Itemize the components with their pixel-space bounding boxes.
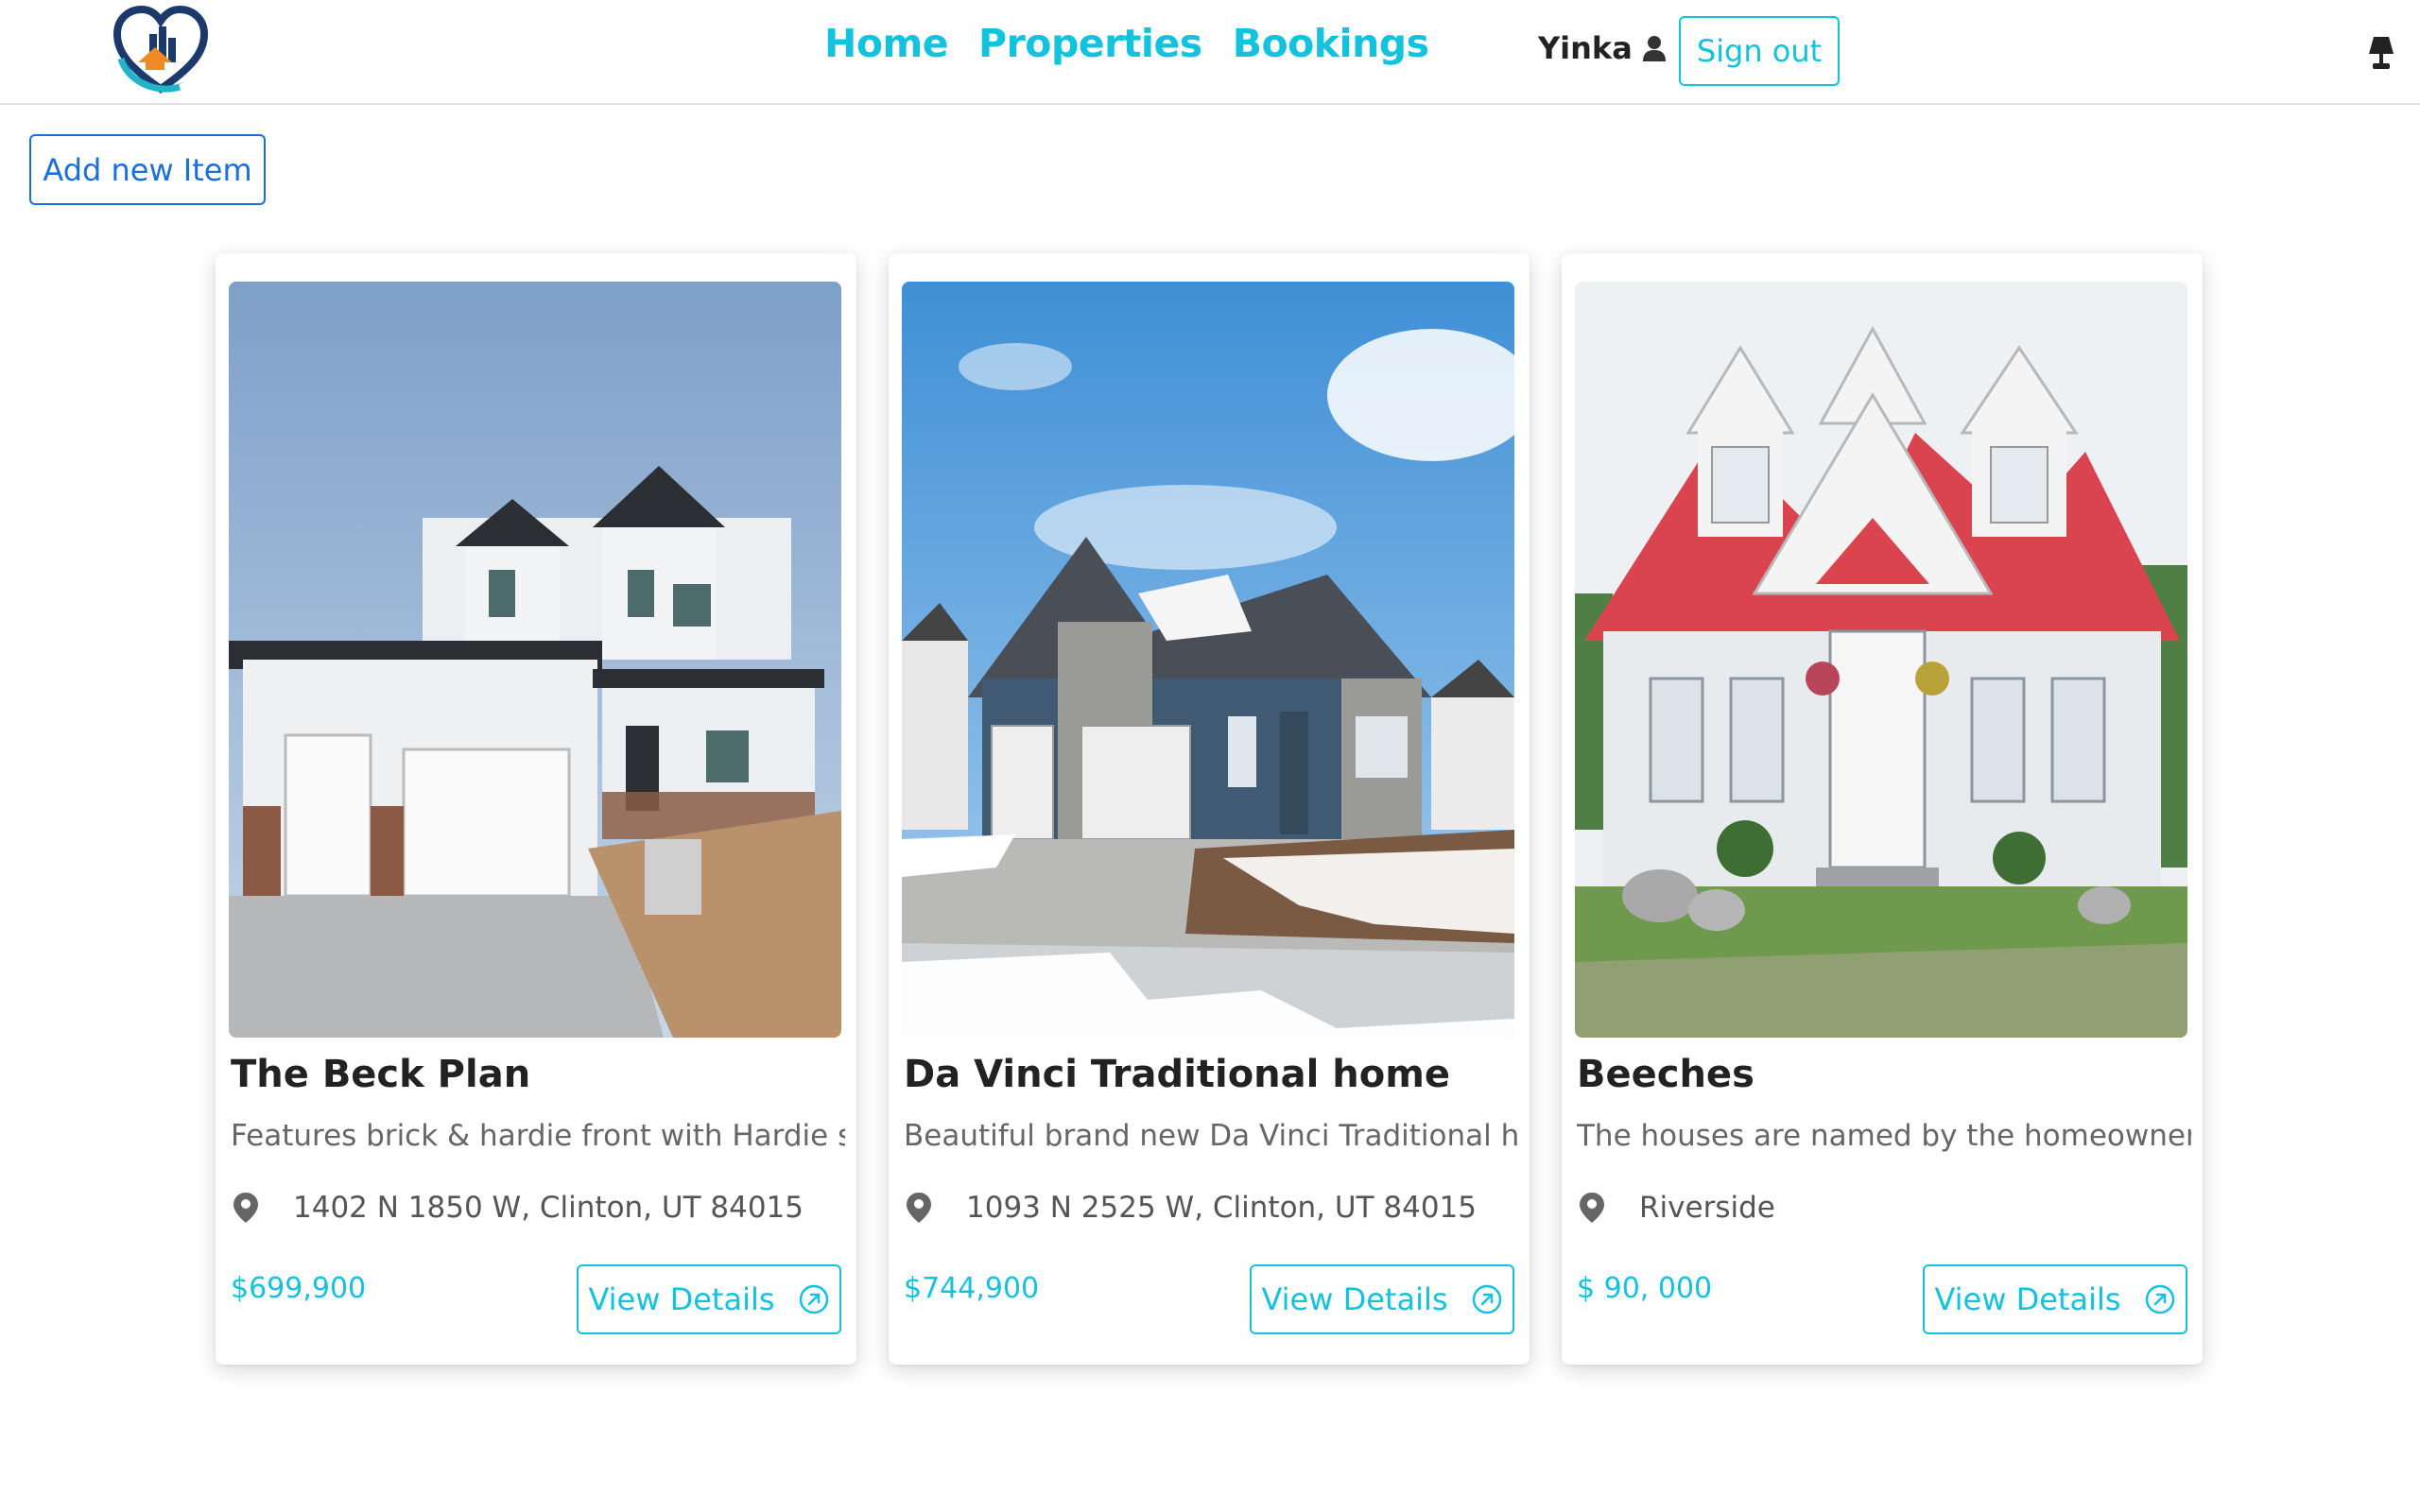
property-image[interactable] — [1575, 282, 2187, 1038]
user-info: Yinka — [1538, 30, 1667, 66]
arrow-up-right-circle-icon — [799, 1284, 828, 1314]
house-heart-logo-icon — [112, 5, 209, 94]
property-price: $699,900 — [231, 1272, 367, 1305]
brand-logo[interactable] — [112, 5, 210, 96]
property-price: $744,900 — [904, 1272, 1040, 1305]
nav-link-home[interactable]: Home — [824, 21, 949, 66]
view-details-label: View Details — [1261, 1281, 1448, 1317]
view-details-label: View Details — [588, 1281, 775, 1317]
map-pin-icon — [1580, 1193, 1604, 1223]
lamp-icon[interactable] — [2368, 35, 2394, 73]
location-text: Riverside — [1639, 1191, 1775, 1225]
property-price: $ 90, 000 — [1577, 1272, 1713, 1305]
map-pin-icon — [233, 1193, 258, 1223]
house-photo-icon — [1575, 282, 2187, 1038]
property-card: Da Vinci Traditional home Beautiful bran… — [889, 253, 1530, 1365]
add-new-item-button[interactable]: Add new Item — [29, 134, 266, 205]
view-details-button[interactable]: View Details — [1250, 1264, 1514, 1334]
sign-out-button[interactable]: Sign out — [1679, 16, 1840, 86]
arrow-up-right-circle-icon — [2145, 1284, 2174, 1314]
property-location: Riverside — [1577, 1191, 1775, 1225]
property-card: The Beck Plan Features brick & hardie fr… — [216, 253, 856, 1365]
navbar: Home Properties Bookings Yinka Sign out — [0, 0, 2420, 105]
property-title: Beeches — [1577, 1053, 1754, 1096]
view-details-label: View Details — [1934, 1281, 2121, 1317]
view-details-button[interactable]: View Details — [1923, 1264, 2187, 1334]
property-image[interactable] — [902, 282, 1514, 1038]
map-pin-icon — [907, 1193, 931, 1223]
property-description: Beautiful brand new Da Vinci Traditional… — [904, 1119, 1518, 1153]
location-text: 1093 N 2525 W, Clinton, UT 84015 — [966, 1191, 1477, 1225]
user-icon — [1642, 36, 1666, 61]
location-text: 1402 N 1850 W, Clinton, UT 84015 — [293, 1191, 804, 1225]
user-name: Yinka — [1538, 30, 1633, 66]
nav-link-properties[interactable]: Properties — [978, 21, 1202, 66]
property-title: Da Vinci Traditional home — [904, 1053, 1451, 1096]
view-details-button[interactable]: View Details — [577, 1264, 841, 1334]
property-card: Beeches The houses are named by the home… — [1562, 253, 2203, 1365]
main-nav: Home Properties Bookings — [824, 21, 1429, 66]
property-title: The Beck Plan — [231, 1053, 531, 1096]
nav-link-bookings[interactable]: Bookings — [1233, 21, 1429, 66]
arrow-up-right-circle-icon — [1472, 1284, 1501, 1314]
property-description: The houses are named by the homeowners .… — [1577, 1119, 2191, 1153]
property-description: Features brick & hardie front with Hardi… — [231, 1119, 845, 1153]
house-photo-icon — [229, 282, 841, 1038]
property-location: 1402 N 1850 W, Clinton, UT 84015 — [231, 1191, 804, 1225]
property-location: 1093 N 2525 W, Clinton, UT 84015 — [904, 1191, 1477, 1225]
house-photo-icon — [902, 282, 1514, 1038]
property-image[interactable] — [229, 282, 841, 1038]
